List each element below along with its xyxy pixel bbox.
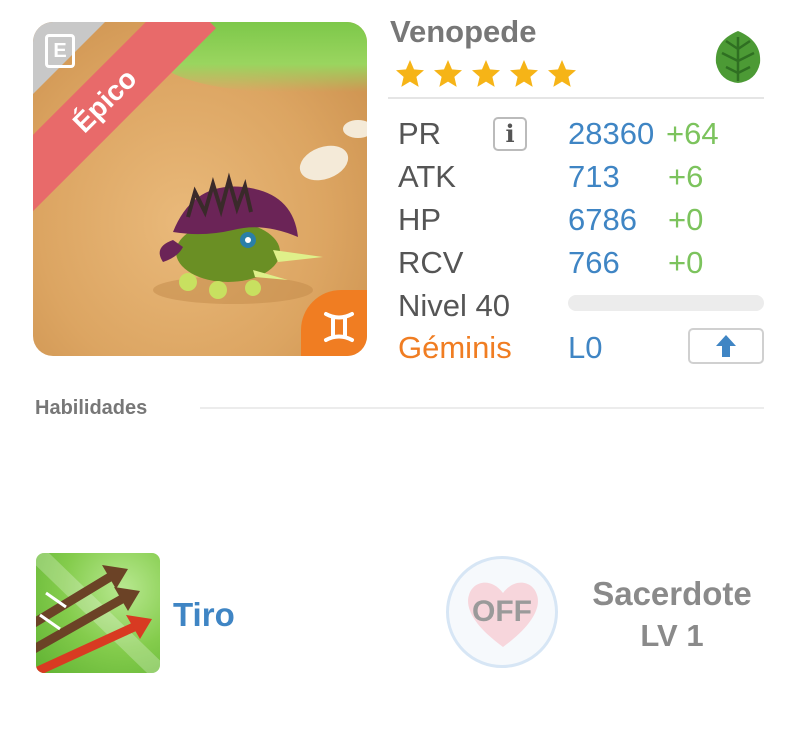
monster-portrait[interactable]: Épico E: [33, 22, 367, 356]
stat-label-atk: ATK: [398, 159, 456, 194]
leader-skill-name: Sacerdote: [592, 575, 752, 612]
monster-name: Venopede: [390, 14, 537, 49]
document-icon[interactable]: E: [45, 34, 75, 68]
star-icon: [396, 60, 424, 87]
bone-decoration: [343, 120, 367, 138]
info-button[interactable]: i: [493, 117, 527, 151]
skill-name[interactable]: Tiro: [173, 596, 235, 634]
leaf-icon: [709, 28, 767, 86]
leader-skill-toggle[interactable]: OFF: [446, 556, 558, 668]
upgrade-button[interactable]: [688, 328, 764, 364]
stat-bonus-hp: +0: [668, 202, 704, 237]
stat-value-pr: 28360: [568, 116, 655, 151]
venopede-creature-image: [153, 172, 323, 304]
stat-bonus-rcv: +0: [668, 245, 704, 280]
stat-label-pr: PR: [398, 116, 442, 151]
stat-value-hp: 6786: [568, 202, 637, 237]
stat-label-hp: HP: [398, 202, 442, 237]
zodiac-level: L0: [568, 330, 603, 365]
arrow-up-icon: [716, 335, 736, 357]
stat-bonus-atk: +6: [668, 159, 704, 194]
leader-skill-level: LV 1: [640, 618, 704, 653]
star-icon: [472, 60, 500, 87]
arrows-icon[interactable]: [36, 553, 160, 673]
stat-bonus-pr: +64: [666, 116, 719, 151]
stat-value-atk: 713: [568, 159, 620, 194]
star-rating: [394, 58, 578, 90]
star-icon: [434, 60, 462, 87]
level-label: Nivel 40: [398, 288, 510, 323]
header-divider: [388, 97, 764, 99]
leader-skill-status: OFF: [472, 595, 532, 628]
stat-value-rcv: 766: [568, 245, 620, 280]
section-divider: [200, 407, 764, 409]
xp-progress-bar: [568, 295, 764, 311]
zodiac-name: Géminis: [398, 330, 512, 365]
abilities-section-title: Habilidades: [35, 397, 148, 419]
stat-label-rcv: RCV: [398, 245, 464, 280]
star-icon: [510, 60, 538, 87]
star-icon: [548, 60, 576, 87]
